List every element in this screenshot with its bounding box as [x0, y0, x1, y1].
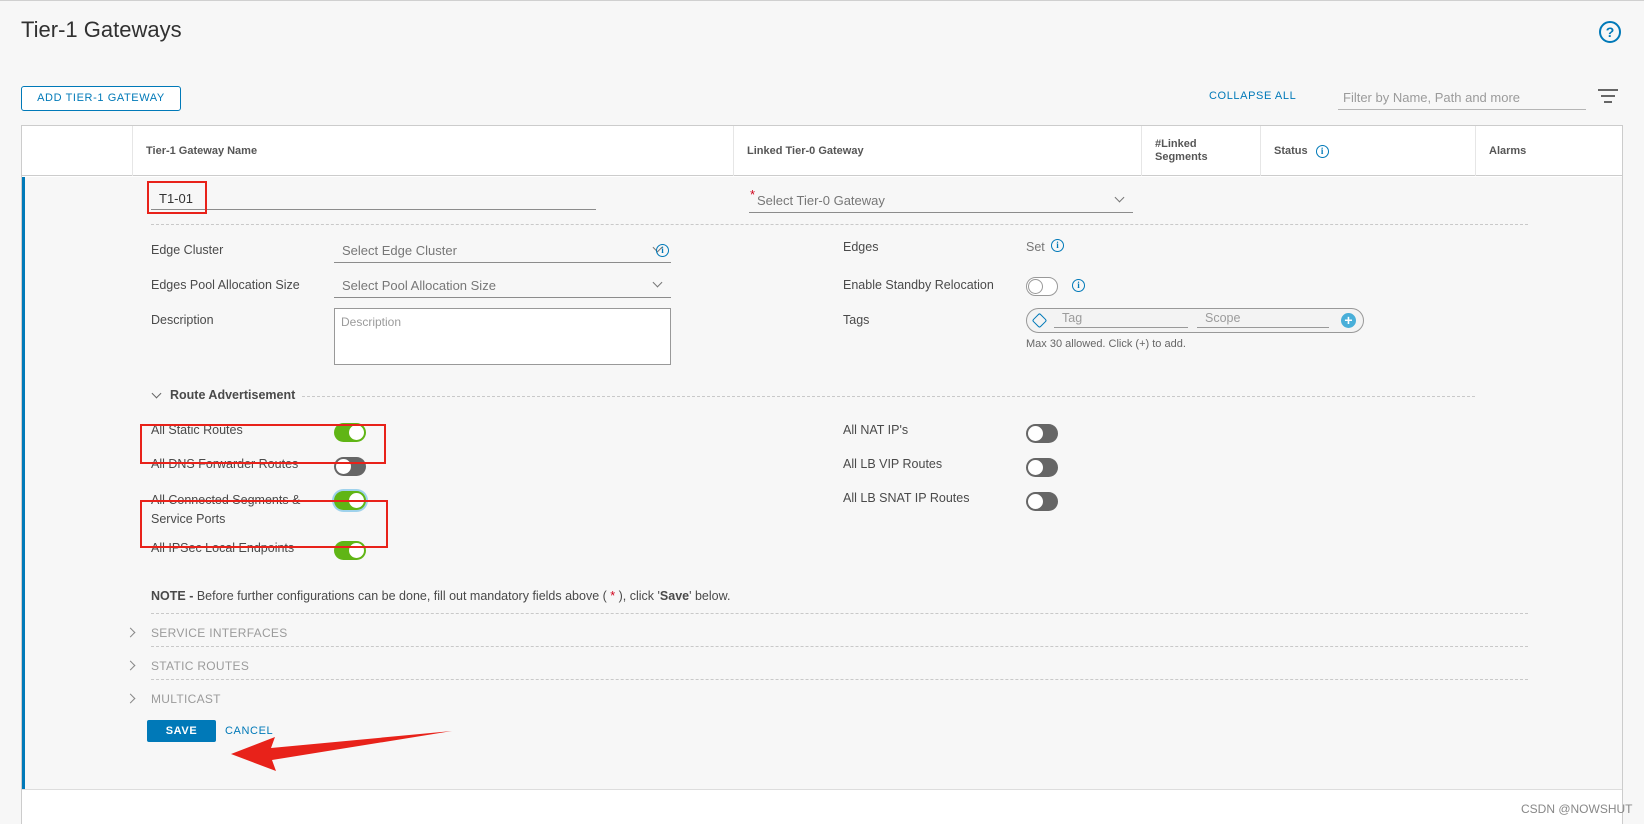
help-circle-icon[interactable]: ?: [1599, 21, 1621, 43]
note-prefix: NOTE -: [151, 589, 194, 603]
pool-allocation-label: Edges Pool Allocation Size: [151, 278, 300, 292]
note-text: Before further configurations can be don…: [193, 589, 611, 603]
tag-icon: [1031, 312, 1048, 329]
chevron-right-icon[interactable]: [125, 660, 136, 671]
all-connected-segments-toggle[interactable]: [334, 491, 366, 510]
column-alarms-label: Alarms: [1489, 145, 1527, 157]
column-header-linked-segments[interactable]: #Linked Segments: [1141, 126, 1260, 176]
edge-cluster-placeholder: Select Edge Cluster: [342, 243, 457, 258]
all-lb-vip-routes-toggle[interactable]: [1026, 458, 1058, 477]
top-border: [0, 0, 1644, 1]
static-routes-section[interactable]: STATIC ROUTES: [151, 659, 249, 673]
tag-input[interactable]: Tag: [1054, 309, 1188, 328]
standby-relocation-toggle[interactable]: [1026, 277, 1058, 296]
column-status-label: Status: [1274, 145, 1308, 157]
pool-allocation-select[interactable]: Select Pool Allocation Size: [334, 274, 671, 298]
divider: [151, 224, 1528, 225]
tags-label: Tags: [843, 313, 870, 327]
toggle-knob: [1028, 279, 1043, 294]
add-tier1-gateway-button[interactable]: ADD TIER-1 GATEWAY: [21, 86, 181, 111]
note-text: ' below.: [689, 589, 731, 603]
all-ipsec-local-endpoints-label: All IPSec Local Endpoints: [151, 541, 295, 555]
toggle-knob: [336, 459, 351, 474]
grid-header: Tier-1 Gateway Name Linked Tier-0 Gatewa…: [22, 126, 1622, 176]
watermark: CSDN @NOWSHUT: [1521, 802, 1633, 816]
pool-allocation-placeholder: Select Pool Allocation Size: [342, 278, 496, 293]
row-divider: [22, 789, 1622, 790]
chevron-down-icon: [1114, 192, 1125, 203]
standby-relocation-label: Enable Standby Relocation: [843, 278, 994, 292]
standby-relocation-info-icon[interactable]: i: [1072, 279, 1085, 292]
all-static-routes-toggle[interactable]: [334, 423, 366, 442]
edges-label: Edges: [843, 240, 879, 254]
tier0-select-placeholder: Select Tier-0 Gateway: [757, 193, 885, 208]
all-dns-forwarder-routes-label: All DNS Forwarder Routes: [151, 457, 299, 471]
toggle-knob: [1028, 494, 1043, 509]
collapse-all-link[interactable]: COLLAPSE ALL: [1209, 90, 1296, 102]
all-static-routes-label: All Static Routes: [151, 423, 243, 437]
column-name-label: Tier-1 Gateway Name: [146, 145, 258, 157]
divider: [151, 613, 1528, 614]
column-header-status[interactable]: Status i: [1260, 126, 1475, 176]
column-header-alarms[interactable]: Alarms: [1475, 126, 1622, 176]
mandatory-fields-note: NOTE - Before further configurations can…: [151, 589, 730, 603]
edge-cluster-info-icon[interactable]: i: [656, 244, 669, 257]
service-interfaces-section[interactable]: SERVICE INTERFACES: [151, 626, 288, 640]
tags-hint: Max 30 allowed. Click (+) to add.: [1026, 338, 1186, 350]
column-linked-t0-label: Linked Tier-0 Gateway: [747, 145, 864, 157]
tier0-gateway-select[interactable]: Select Tier-0 Gateway: [749, 189, 1133, 213]
filter-lines-icon[interactable]: [1597, 89, 1619, 105]
divider: [302, 396, 1475, 397]
gateway-name-value: T1-01: [159, 191, 193, 206]
gateway-name-input[interactable]: T1-01: [151, 183, 596, 210]
scope-input[interactable]: Scope: [1197, 309, 1329, 328]
divider: [151, 646, 1528, 647]
status-info-icon[interactable]: i: [1315, 144, 1329, 158]
gateways-grid: Tier-1 Gateway Name Linked Tier-0 Gatewa…: [21, 125, 1623, 824]
edge-cluster-select[interactable]: Select Edge Cluster: [334, 239, 671, 263]
column-header-name[interactable]: Tier-1 Gateway Name: [132, 126, 733, 176]
chevron-right-icon[interactable]: [125, 627, 136, 638]
save-button[interactable]: SAVE: [147, 720, 216, 742]
toggle-knob: [349, 425, 364, 440]
all-dns-forwarder-routes-toggle[interactable]: [334, 457, 366, 476]
note-save-word: Save: [659, 589, 690, 603]
tag-placeholder: Tag: [1062, 311, 1083, 325]
toggle-knob: [1028, 460, 1043, 475]
toggle-knob: [349, 543, 364, 558]
all-ipsec-local-endpoints-toggle[interactable]: [334, 541, 366, 560]
column-header-linked-t0[interactable]: Linked Tier-0 Gateway: [733, 126, 1141, 176]
edges-info-icon[interactable]: i: [1051, 239, 1064, 252]
tags-input-group: Tag Scope +: [1026, 308, 1364, 333]
all-connected-segments-label: All Connected Segments & Service Ports: [151, 493, 301, 526]
filter-input[interactable]: [1338, 86, 1586, 110]
route-advertisement-toggle[interactable]: Route Advertisement: [151, 388, 296, 402]
route-advertisement-title: Route Advertisement: [170, 388, 296, 402]
chevron-right-icon[interactable]: [125, 693, 136, 704]
edges-set-link[interactable]: Set: [1026, 240, 1045, 254]
toggle-knob: [349, 493, 364, 508]
cancel-button[interactable]: CANCEL: [225, 725, 273, 737]
multicast-section[interactable]: MULTICAST: [151, 692, 221, 706]
divider: [151, 679, 1528, 680]
all-lb-snat-ip-routes-label: All LB SNAT IP Routes: [843, 491, 970, 505]
all-nat-ips-label: All NAT IP's: [843, 423, 909, 437]
edge-cluster-label: Edge Cluster: [151, 243, 224, 257]
note-text: ), click ': [615, 589, 660, 603]
column-linked-segments-label: #Linked Segments: [1155, 138, 1208, 163]
chevron-down-icon: [652, 277, 663, 288]
scope-placeholder: Scope: [1205, 311, 1241, 325]
all-lb-snat-ip-routes-toggle[interactable]: [1026, 492, 1058, 511]
description-label: Description: [151, 313, 214, 327]
description-textarea[interactable]: [334, 308, 671, 365]
page-title: Tier-1 Gateways: [21, 17, 182, 42]
all-nat-ips-toggle[interactable]: [1026, 424, 1058, 443]
toggle-knob: [1028, 426, 1043, 441]
chevron-down-icon: [151, 388, 162, 398]
add-tag-plus-icon[interactable]: +: [1341, 313, 1356, 328]
all-lb-vip-routes-label: All LB VIP Routes: [843, 457, 943, 471]
gateway-edit-form: T1-01 * Select Tier-0 Gateway Edge Clust…: [22, 177, 1622, 789]
